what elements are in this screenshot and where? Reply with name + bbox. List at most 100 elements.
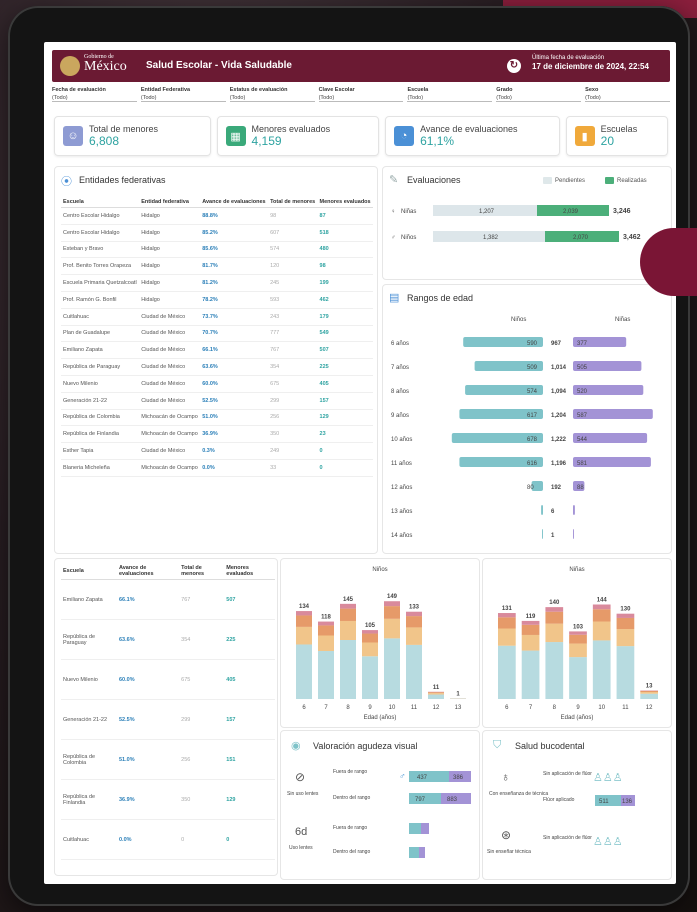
column-header[interactable]: Entidad federativa <box>139 197 201 208</box>
entidades-title: Entidades federativas <box>79 175 166 185</box>
table-row[interactable]: República de Paraguay Ciudad de México 63.… <box>61 358 373 376</box>
table-cell: 23 <box>317 425 373 444</box>
table-cell: 73.7% <box>200 308 269 326</box>
column-header[interactable]: Avance de evaluaciones <box>116 563 180 580</box>
bar-small-girls <box>419 847 425 858</box>
table-cell: 593 <box>268 291 318 309</box>
bar-label: 386 <box>453 775 464 781</box>
filter-select[interactable]: (Todo) <box>140 95 226 102</box>
filter-select[interactable]: (Todo) <box>229 95 315 102</box>
column-header[interactable]: Avance de evaluaciones <box>200 197 269 208</box>
column-header[interactable]: Menores evaluados <box>317 197 373 208</box>
bar-segment <box>569 631 587 635</box>
boy-icon: ♂ <box>399 771 406 781</box>
eye-icon: ◉ <box>291 740 301 752</box>
filter-estatus[interactable]: Estatus de evaluación (Todo) <box>229 87 315 109</box>
table-row[interactable]: Cuitlahuac 0.0% 0 0 <box>61 819 275 860</box>
bar-value-label: 130 <box>620 607 631 613</box>
age-total: 1,094 <box>551 389 567 395</box>
government-logo: Gobierno de México <box>84 54 127 74</box>
table-row[interactable]: Nuevo Milenio 60.0% 675 405 <box>61 659 275 700</box>
table-cell: Michoacán de Ocampo <box>139 459 201 477</box>
table-row[interactable]: Esther Tapia Ciudad de México 0.3% 249 0 <box>61 442 373 460</box>
x-tick-label: 6 <box>302 705 306 711</box>
table-row[interactable]: República de Paraguay 63.6% 354 225 <box>61 619 275 660</box>
table-row[interactable]: Nuevo Milenio Ciudad de México 60.0% 675 405 <box>61 375 373 393</box>
filter-grado[interactable]: Grado (Todo) <box>496 87 582 109</box>
table-row[interactable]: Prof. Ramón G. Bonfil Hidalgo 78.2% 593 462 <box>61 291 373 309</box>
ninos-age-card: Niños 134 6 118 7 145 8 105 9 149 10 133 11 11 12 1 13 Ed… <box>280 558 480 728</box>
filter-select[interactable]: (Todo) <box>318 95 404 102</box>
bar-segment <box>340 620 356 641</box>
table-row[interactable]: Blaneria Micheleña Michoacán de Ocampo 0.0… <box>61 459 373 477</box>
table-cell: 52.5% <box>116 699 180 740</box>
filter-clave[interactable]: Clave Escolar (Todo) <box>318 87 404 109</box>
table-cell: 0.0% <box>116 819 180 860</box>
table-row[interactable]: Escuela Primaria Quetzalcoatl Hidalgo 81.2… <box>61 274 373 292</box>
age-label: 13 años <box>391 509 412 515</box>
bar-out-range <box>409 771 449 782</box>
column-header[interactable]: Total de menores <box>179 563 225 580</box>
bar-segment <box>318 635 334 651</box>
bar-segment <box>592 640 611 699</box>
column-header[interactable]: Total de menores <box>268 197 318 208</box>
filter-select[interactable]: (Todo) <box>52 95 137 102</box>
table-row[interactable]: Plan de Guadalupe Ciudad de México 70.7% 77… <box>61 325 373 343</box>
app-header: Gobierno de México Salud Escolar - Vida … <box>52 50 670 82</box>
table-cell: Cuitlahuac <box>61 308 140 326</box>
table-cell: 151 <box>224 739 275 780</box>
x-tick-label: 7 <box>324 705 328 711</box>
table-row[interactable]: Generación 21-22 52.5% 299 157 <box>61 699 275 740</box>
age-total: 1,222 <box>551 437 567 443</box>
bar-segment <box>521 634 540 651</box>
bar-segment <box>384 638 400 699</box>
table-cell: Generación 21-22 <box>61 392 140 410</box>
table-row[interactable]: República de Finlandia Michoacán de Ocamp… <box>61 425 373 444</box>
table-row[interactable]: República de Colombia Michoacán de Ocampo… <box>61 409 373 427</box>
filter-label: Grado <box>496 87 513 93</box>
table-row[interactable]: República de Colombia 51.0% 256 151 <box>61 739 275 780</box>
filter-select[interactable]: (Todo) <box>585 95 671 102</box>
column-header[interactable]: Escuela <box>61 563 117 580</box>
table-row[interactable]: República de Finlandia 36.9% 350 129 <box>61 779 275 820</box>
bar-label: 437 <box>417 775 428 781</box>
bar-value-label: 145 <box>343 597 354 603</box>
table-row[interactable]: Prof. Benito Torres Orapeza Hidalgo 81.7% 1… <box>61 257 373 276</box>
filter-escuela[interactable]: Escuela (Todo) <box>407 87 493 109</box>
bucodental-card: ⛉ Salud bucodental ♁ Con enseñanza de té… <box>482 730 672 880</box>
table-cell: 243 <box>268 308 318 326</box>
age-total: 1,204 <box>551 413 567 419</box>
table-cell: Prof. Benito Torres Orapeza <box>61 257 140 276</box>
pencil-icon: ✎ <box>389 174 399 186</box>
table-row[interactable]: Centro Escolar Hidalgo Hidalgo 85.2% 607 518 <box>61 224 373 242</box>
filter-select[interactable]: (Todo) <box>407 95 493 102</box>
table-row[interactable]: Emiliano Zapata Ciudad de México 66.1% 767 5… <box>61 341 373 360</box>
table-cell: Michoacán de Ocampo <box>139 425 201 444</box>
filter-fecha[interactable]: Fecha de evaluación (Todo) <box>52 87 137 109</box>
table-row[interactable]: Emiliano Zapata 66.1% 767 507 <box>61 579 275 620</box>
filter-select[interactable]: (Todo) <box>496 95 582 102</box>
bar-segment <box>340 603 356 609</box>
column-header[interactable]: Menores evaluados <box>224 563 275 580</box>
table-cell: 60.0% <box>116 659 180 700</box>
filter-entidad[interactable]: Entidad Federativa (Todo) <box>140 87 226 109</box>
table-cell: 350 <box>268 425 318 444</box>
table-cell: 507 <box>224 579 275 620</box>
table-cell: 549 <box>317 325 373 343</box>
bar-boys <box>541 505 543 515</box>
table-row[interactable]: Esteban y Bravo Hidalgo 85.6% 574 480 <box>61 241 373 259</box>
entidades-card: ⦿ Entidades federativas Escuela Entidad f… <box>54 166 378 554</box>
table-row[interactable]: Cuitlahuac Ciudad de México 73.7% 243 179 <box>61 308 373 326</box>
table-cell: 33 <box>268 459 318 477</box>
table-row[interactable]: Generación 21-22 Ciudad de México 52.5% 299… <box>61 392 373 410</box>
filter-sexo[interactable]: Sexo (Todo) <box>585 87 671 109</box>
filter-label: Escuela <box>407 87 429 93</box>
table-cell: Nuevo Milenio <box>61 659 117 700</box>
table-row[interactable]: Centro Escolar Hidalgo Hidalgo 88.8% 98 87 <box>61 207 373 225</box>
bar-label: 797 <box>415 797 426 803</box>
agudeza-card: ◉ Valoración agudeza visual ⊘ Sin uso le… <box>280 730 480 880</box>
table-cell: 78.2% <box>200 291 269 309</box>
table-cell: Plan de Guadalupe <box>61 325 140 343</box>
column-header[interactable]: Escuela <box>61 197 140 208</box>
refresh-icon[interactable]: ↻ <box>507 59 521 73</box>
